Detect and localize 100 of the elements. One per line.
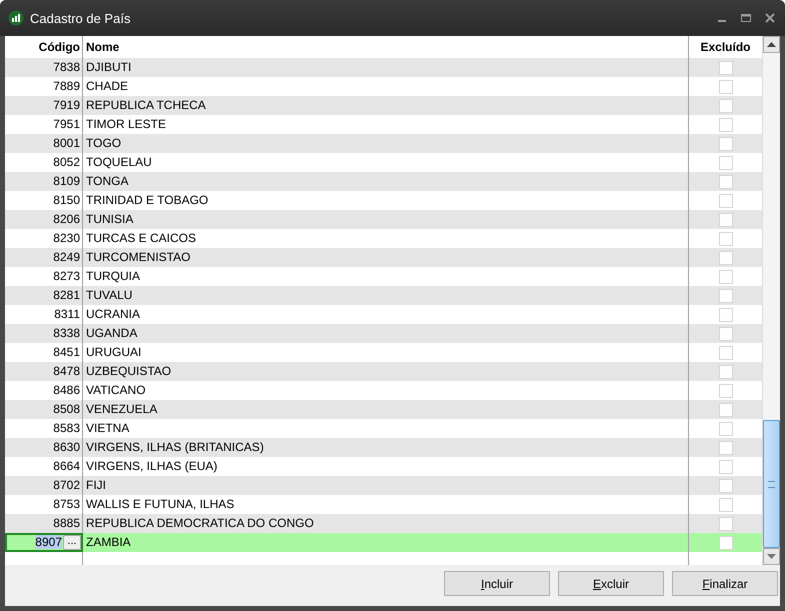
checkbox[interactable] [718,308,732,322]
table-cell: VIRGENS, ILHAS (BRITANICAS) [86,440,264,454]
action-button[interactable]: Excluir [558,571,664,596]
table-cell: 8052 [53,155,80,169]
table-cell: VATICANO [86,383,146,397]
checkbox[interactable] [718,422,732,436]
table-cell: TUNISIA [86,212,134,226]
checkbox[interactable] [718,118,732,132]
table-cell: REPUBLICA DEMOCRATICA DO CONGO [86,516,314,530]
checkbox[interactable] [718,326,732,340]
table-cell: 8273 [53,269,80,283]
scroll-thumb[interactable] [763,420,780,548]
up-triangle-icon [767,42,776,47]
table-cell: 7919 [53,98,80,112]
scroll-down-button[interactable] [763,548,780,565]
table-cell: CHADE [86,79,128,93]
table-cell: 8508 [53,402,80,416]
checkbox[interactable] [718,60,732,74]
column-header[interactable]: Excluído [689,36,762,58]
table-cell: 8486 [53,383,80,397]
table-cell: TONGA [86,174,128,188]
table-cell: 8478 [53,364,80,378]
checkbox[interactable] [718,288,732,302]
table-cell: 8311 [54,307,80,321]
table-cell: ZAMBIA [86,535,131,549]
table-cell: 8338 [53,326,80,340]
table-row[interactable]: 7919 REPUBLICA TCHECA [5,96,762,115]
table-cell: UGANDA [86,326,138,340]
table-row[interactable]: 8885 REPUBLICA DEMOCRATICA DO CONGO [5,514,762,533]
checkbox[interactable] [718,460,732,474]
checkbox[interactable] [718,384,732,398]
checkbox[interactable] [718,80,732,94]
table-cell: DJIBUTI [86,60,132,74]
table-row[interactable]: 8249 TURCOMENISTAO [5,248,762,267]
table-cell: 7951 [53,117,80,131]
table-row[interactable]: 8109 TONGA [5,172,762,191]
table-row[interactable]: 8630 VIRGENS, ILHAS (BRITANICAS) [5,438,762,457]
table-cell: 8630 [53,440,80,454]
window-title: Cadastro de País [30,10,130,26]
checkbox[interactable] [718,212,732,226]
checkbox[interactable] [718,346,732,360]
table-row[interactable]: 8206 TUNISIA [5,210,762,229]
checkbox[interactable] [718,250,732,264]
table-cell: 7889 [53,79,80,93]
table-row[interactable]: 8702 FIJI [5,476,762,495]
table-cell: 8702 [53,478,80,492]
table-cell: TOGO [86,136,122,150]
table-cell: 8150 [53,193,80,207]
table-row[interactable]: 8338 UGANDA [5,324,762,343]
checkbox[interactable] [718,498,732,512]
table-cell: 8885 [53,516,80,530]
action-button[interactable]: Finalizar [672,571,778,596]
table-cell: TURCAS E CAICOS [86,231,196,245]
table-row[interactable]: 8001 TOGO [5,134,762,153]
table-cell: REPUBLICA TCHECA [86,98,206,112]
table-row[interactable]: 8478 UZBEQUISTAO [5,362,762,381]
checkbox[interactable] [718,270,732,284]
table-cell: FIJI [86,478,106,492]
table-cell: TOQUELAU [86,155,152,169]
action-button[interactable]: Incluir [444,571,550,596]
scroll-up-button[interactable] [763,36,780,53]
table-cell: UCRANIA [86,307,140,321]
table-cell: UZBEQUISTAO [86,364,172,378]
table-cell: 8753 [53,497,80,511]
table-cell: TURCOMENISTAO [86,250,190,264]
table-cell: VIETNA [86,421,130,435]
checkbox[interactable] [718,478,732,492]
checkbox[interactable] [718,516,732,530]
table-cell: WALLIS E FUTUNA, ILHAS [86,497,234,511]
table-cell: 8249 [53,250,80,264]
checkbox[interactable] [718,136,732,150]
checkbox[interactable] [718,364,732,378]
table-cell: URUGUAI [86,345,142,359]
table-cell: 8281 [53,288,80,302]
table-cell: 8583 [53,421,80,435]
checkbox[interactable] [718,402,732,416]
scrollbar[interactable] [762,36,780,565]
checkbox[interactable] [718,98,732,112]
checkbox[interactable] [718,156,732,170]
chart-logo-icon [8,10,24,26]
table-cell: 8230 [53,231,80,245]
table-row[interactable]: 8508 VENEZUELA [5,400,762,419]
table-cell: TIMOR LESTE [86,117,166,131]
table-cell: 8664 [53,459,80,473]
table-cell: 8001 [53,136,80,150]
table-cell: TRINIDAD E TOBAGO [86,193,208,207]
table-cell: 8109 [53,174,80,188]
checkbox[interactable] [718,174,732,188]
table-row[interactable]: 8281 TUVALU [5,286,762,305]
maximize-icon[interactable] [739,11,753,25]
checkbox[interactable] [718,232,732,246]
table-cell: VENEZUELA [86,402,158,416]
table-row[interactable]: 7838 DJIBUTI [5,58,762,77]
checkbox[interactable] [718,536,732,550]
table-cell: TURQUIA [86,269,140,283]
table-cell: 8206 [53,212,80,226]
checkbox[interactable] [718,440,732,454]
table-cell: TUVALU [86,288,132,302]
checkbox[interactable] [718,194,732,208]
close-icon[interactable] [763,11,777,25]
